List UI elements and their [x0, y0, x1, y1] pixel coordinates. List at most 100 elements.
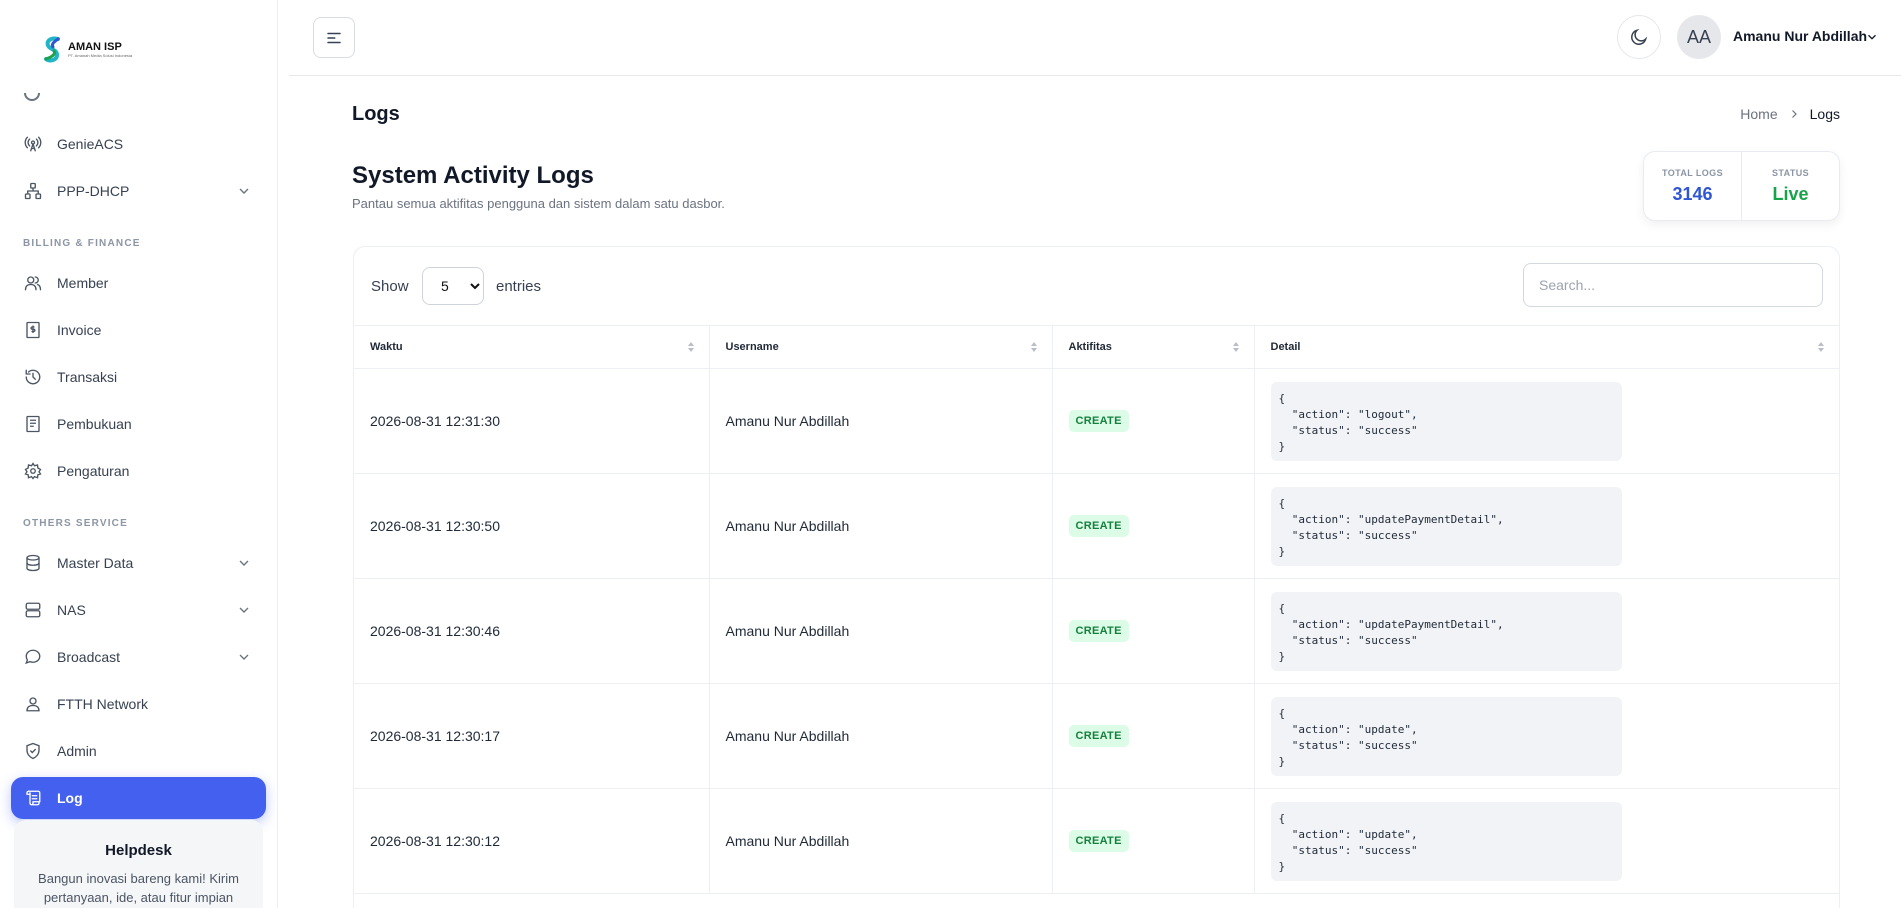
- detail-json: { "action": "update", "status": "success…: [1270, 801, 1622, 881]
- breadcrumb-home[interactable]: Home: [1740, 106, 1777, 122]
- theme-toggle-button[interactable]: [1617, 15, 1661, 59]
- cell-detail: { "action": "update", "status": "success…: [1253, 683, 1839, 789]
- column-header-detail[interactable]: Detail: [1253, 325, 1839, 369]
- activity-badge: CREATE: [1068, 410, 1129, 432]
- sidebar-item-pengaturan[interactable]: Pengaturan: [11, 450, 266, 492]
- table-row: 2026-08-31 12:30:17 Amanu Nur Abdillah C…: [354, 683, 1839, 789]
- sidebar-item-label: NAS: [57, 602, 86, 618]
- sidebar-item-broadcast[interactable]: Broadcast: [11, 636, 266, 678]
- cell-waktu: 2026-08-31 12:30:12: [354, 788, 709, 894]
- server-icon: [23, 600, 43, 620]
- cell-detail: { "action": "updatePaymentDetail", "stat…: [1253, 578, 1839, 684]
- sidebar-item-label: Log: [57, 790, 83, 806]
- users-icon: [23, 273, 43, 293]
- activity-badge: CREATE: [1068, 725, 1129, 747]
- sidebar-item-label: Admin: [57, 743, 97, 759]
- stats-card: TOTAL LOGS 3146 STATUS Live: [1643, 151, 1840, 221]
- stat-label: STATUS: [1771, 168, 1810, 178]
- antenna-icon: [23, 134, 43, 154]
- brand-name: AMAN ISP: [68, 41, 122, 53]
- sidebar-item-label: Member: [57, 275, 109, 291]
- history-icon: [23, 367, 43, 387]
- sort-icon: [1232, 342, 1239, 352]
- cell-detail: { "action": "update", "status": "success…: [1253, 788, 1839, 894]
- column-header-username[interactable]: Username: [708, 325, 1052, 369]
- sort-icon: [1030, 342, 1037, 352]
- cell-detail: { "action": "updatePaymentDetail", "stat…: [1253, 473, 1839, 579]
- logs-table-card: Show 5 entries Waktu Username Aktifitas …: [353, 246, 1840, 908]
- sidebar-item-ppp-dhcp[interactable]: PPP-DHCP: [11, 170, 266, 212]
- cell-waktu: 2026-08-31 12:31:30: [354, 368, 709, 474]
- database-icon: [23, 553, 43, 573]
- sidebar-item-member[interactable]: Member: [11, 262, 266, 304]
- sidebar-item-label: PPP-DHCP: [57, 183, 130, 199]
- partial-menu-icon: [24, 93, 40, 101]
- cell-username: Amanu Nur Abdillah: [708, 368, 1052, 474]
- moon-icon: [1631, 28, 1648, 45]
- stat-value: 3146: [1672, 184, 1713, 204]
- network-icon: [23, 181, 43, 201]
- chat-icon: [23, 647, 43, 667]
- sidebar-item-master-data[interactable]: Master Data: [11, 542, 266, 584]
- table-row: 2026-08-31 12:30:50 Amanu Nur Abdillah C…: [354, 473, 1839, 579]
- chevron-down-icon[interactable]: [1865, 30, 1879, 44]
- detail-json: { "action": "logout", "status": "success…: [1270, 381, 1622, 461]
- cell-waktu: 2026-08-31 12:30:50: [354, 473, 709, 579]
- entries-select[interactable]: 5: [422, 267, 484, 305]
- chevron-down-icon: [239, 188, 249, 194]
- section-label-billing: BILLING & FINANCE: [23, 238, 141, 249]
- chevron-down-icon: [239, 560, 249, 566]
- column-header-aktifitas[interactable]: Aktifitas: [1051, 325, 1254, 369]
- chevron-down-icon: [239, 607, 249, 613]
- gear-icon: [23, 461, 43, 481]
- sidebar-item-transaksi[interactable]: Transaksi: [11, 356, 266, 398]
- breadcrumb-current: Logs: [1809, 106, 1840, 122]
- sidebar-item-label: Invoice: [57, 322, 102, 338]
- detail-json: { "action": "updatePaymentDetail", "stat…: [1270, 591, 1622, 671]
- chevron-down-icon: [239, 654, 249, 660]
- hamburger-icon: [327, 32, 341, 43]
- sidebar-item-label: GenieACS: [57, 136, 124, 152]
- section-label-others: OTHERS SERVICE: [23, 518, 128, 529]
- cell-aktifitas: CREATE: [1051, 788, 1254, 894]
- activity-badge: CREATE: [1068, 515, 1129, 537]
- shield-icon: [23, 741, 43, 761]
- search-input[interactable]: [1523, 263, 1823, 307]
- table-row: 2026-08-31 12:31:30 Amanu Nur Abdillah C…: [354, 368, 1839, 474]
- cell-aktifitas: CREATE: [1051, 578, 1254, 684]
- logs-table: Waktu Username Aktifitas Detail 2026-08-…: [354, 325, 1839, 894]
- cell-waktu: 2026-08-31 12:30:17: [354, 683, 709, 789]
- brand-logo[interactable]: AMAN ISP PT. Amanah Media Solusi Indones…: [42, 36, 132, 64]
- sort-icon: [1818, 342, 1824, 352]
- sidebar-item-invoice[interactable]: Invoice: [11, 309, 266, 351]
- brand-tagline: PT. Amanah Media Solusi Indonesia: [68, 53, 133, 58]
- sidebar-item-log[interactable]: Log: [11, 777, 266, 819]
- cell-aktifitas: CREATE: [1051, 368, 1254, 474]
- sidebar-item-admin[interactable]: Admin: [11, 730, 266, 772]
- sidebar-item-label: Transaksi: [57, 369, 118, 385]
- entries-label: entries: [496, 278, 542, 295]
- column-header-waktu[interactable]: Waktu: [354, 325, 709, 369]
- stat-status: STATUS Live: [1741, 152, 1839, 220]
- sidebar-item-nas[interactable]: NAS: [11, 589, 266, 631]
- sidebar-item-genieacs[interactable]: GenieACS: [11, 123, 266, 165]
- cell-waktu: 2026-08-31 12:30:46: [354, 578, 709, 684]
- sidebar-item-label: Broadcast: [57, 649, 121, 665]
- table-row: 2026-08-31 12:30:46 Amanu Nur Abdillah C…: [354, 578, 1839, 684]
- avatar[interactable]: AA: [1677, 15, 1721, 59]
- cell-detail: { "action": "logout", "status": "success…: [1253, 368, 1839, 474]
- menu-toggle-button[interactable]: [313, 17, 355, 58]
- user-name[interactable]: Amanu Nur Abdillah: [1733, 28, 1867, 44]
- cell-username: Amanu Nur Abdillah: [708, 683, 1052, 789]
- activity-badge: CREATE: [1068, 620, 1129, 642]
- sidebar-item-pembukuan[interactable]: Pembukuan: [11, 403, 266, 445]
- cell-aktifitas: CREATE: [1051, 683, 1254, 789]
- sidebar-item-label: Pengaturan: [57, 463, 130, 479]
- top-header: AA Amanu Nur Abdillah: [289, 0, 1901, 76]
- invoice-icon: [23, 320, 43, 340]
- cell-username: Amanu Nur Abdillah: [708, 788, 1052, 894]
- user-pin-icon: [23, 694, 43, 714]
- logo-icon: [44, 36, 60, 63]
- table-header-row: Waktu Username Aktifitas Detail: [354, 325, 1839, 369]
- sidebar-item-ftth-network[interactable]: FTTH Network: [11, 683, 266, 725]
